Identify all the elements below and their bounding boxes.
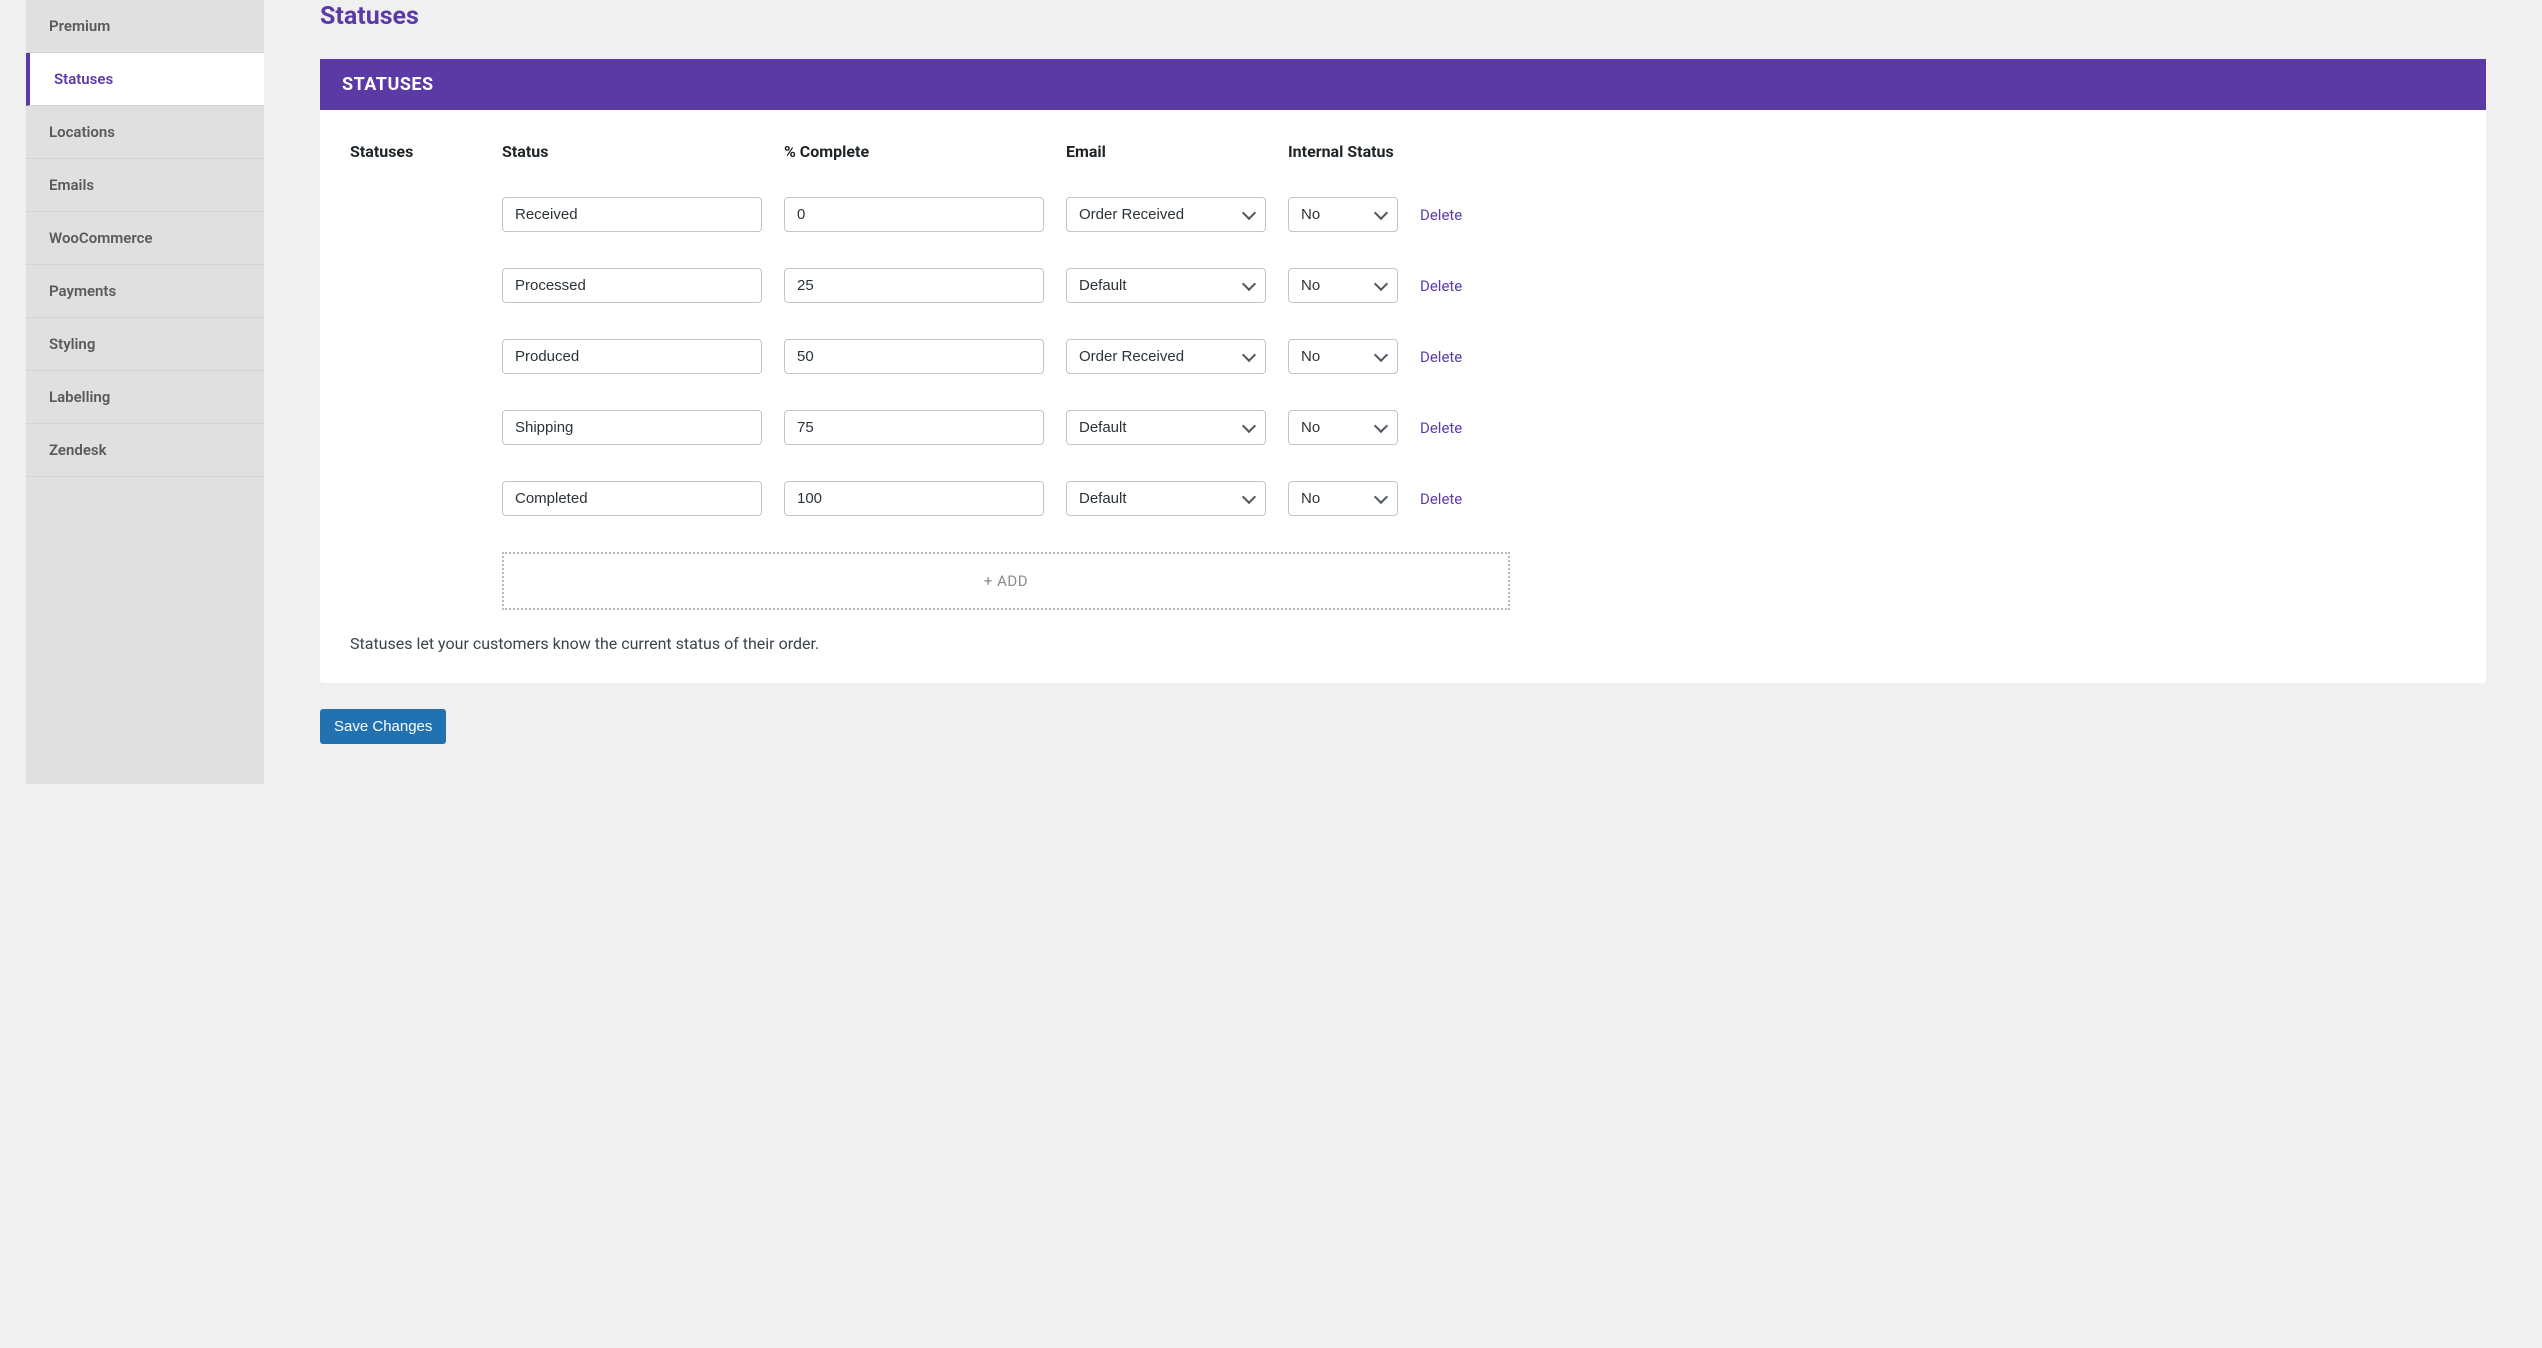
status-complete-input[interactable] xyxy=(784,481,1044,516)
panel-header: STATUSES xyxy=(320,59,2486,110)
table-row-label: Statuses xyxy=(350,132,480,179)
sidebar-item-premium[interactable]: Premium xyxy=(26,0,264,53)
sidebar-item-payments[interactable]: Payments xyxy=(26,265,264,318)
add-status-button[interactable]: + ADD xyxy=(502,552,1510,610)
status-name-input[interactable] xyxy=(502,410,762,445)
column-header-status: Status xyxy=(502,132,762,179)
column-header-actions xyxy=(1420,132,1510,179)
status-email-select[interactable]: Order Received xyxy=(1066,197,1266,232)
sidebar-item-zendesk[interactable]: Zendesk xyxy=(26,424,264,477)
status-complete-input[interactable] xyxy=(784,268,1044,303)
status-delete-link[interactable]: Delete xyxy=(1420,410,1462,437)
statuses-table: Statuses Status % Complete Email Interna… xyxy=(350,132,2456,653)
status-name-input[interactable] xyxy=(502,481,762,516)
status-internal-select[interactable]: No xyxy=(1288,410,1398,445)
status-internal-select[interactable]: No xyxy=(1288,481,1398,516)
status-name-input[interactable] xyxy=(502,268,762,303)
status-delete-link[interactable]: Delete xyxy=(1420,339,1462,366)
column-header-email: Email xyxy=(1066,132,1266,179)
status-delete-link[interactable]: Delete xyxy=(1420,197,1462,224)
save-changes-button[interactable]: Save Changes xyxy=(320,709,446,744)
status-email-select[interactable]: Order Received xyxy=(1066,339,1266,374)
sidebar-item-woocommerce[interactable]: WooCommerce xyxy=(26,212,264,265)
status-delete-link[interactable]: Delete xyxy=(1420,481,1462,508)
status-email-select[interactable]: Default xyxy=(1066,481,1266,516)
sidebar-item-statuses[interactable]: Statuses xyxy=(26,53,264,106)
sidebar-item-styling[interactable]: Styling xyxy=(26,318,264,371)
sidebar-item-labelling[interactable]: Labelling xyxy=(26,371,264,424)
page-title: Statuses xyxy=(320,0,2486,31)
status-internal-select[interactable]: No xyxy=(1288,268,1398,303)
status-internal-select[interactable]: No xyxy=(1288,197,1398,232)
column-header-complete: % Complete xyxy=(784,132,1044,179)
status-complete-input[interactable] xyxy=(784,410,1044,445)
statuses-panel: STATUSES Statuses Status % Complete Emai… xyxy=(320,59,2486,683)
sidebar-item-emails[interactable]: Emails xyxy=(26,159,264,212)
statuses-description: Statuses let your customers know the cur… xyxy=(350,634,1510,653)
settings-sidebar: Premium Statuses Locations Emails WooCom… xyxy=(26,0,264,784)
main-content: Statuses STATUSES Statuses Status % Comp… xyxy=(264,0,2542,784)
status-name-input[interactable] xyxy=(502,197,762,232)
status-delete-link[interactable]: Delete xyxy=(1420,268,1462,295)
sidebar-item-locations[interactable]: Locations xyxy=(26,106,264,159)
column-header-internal: Internal Status xyxy=(1288,132,1398,179)
status-complete-input[interactable] xyxy=(784,197,1044,232)
status-internal-select[interactable]: No xyxy=(1288,339,1398,374)
status-email-select[interactable]: Default xyxy=(1066,268,1266,303)
status-name-input[interactable] xyxy=(502,339,762,374)
status-complete-input[interactable] xyxy=(784,339,1044,374)
status-email-select[interactable]: Default xyxy=(1066,410,1266,445)
